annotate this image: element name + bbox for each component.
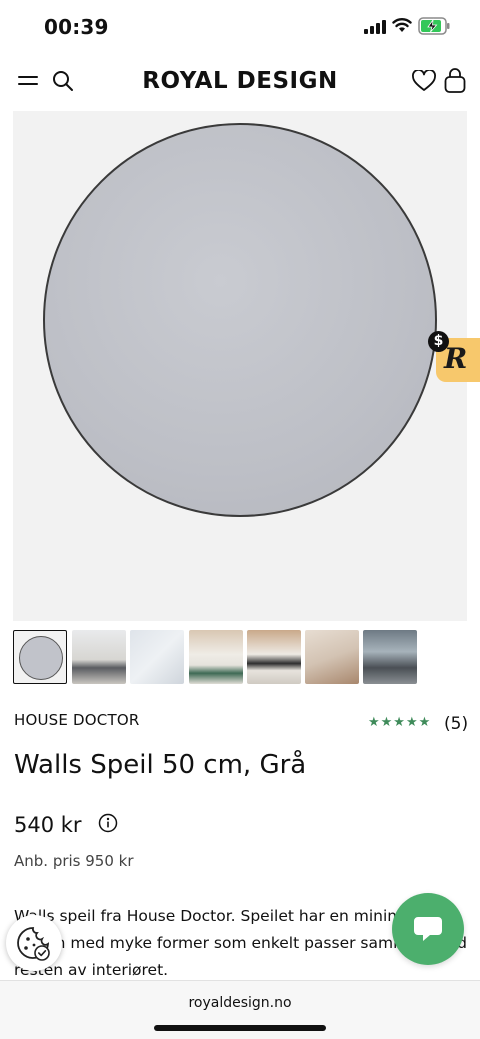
round-mirror-image [43, 123, 437, 517]
chat-button[interactable] [392, 893, 464, 965]
thumbnail-living-room-2[interactable] [189, 630, 243, 684]
thumbnail-mirror-wall[interactable] [130, 630, 184, 684]
dollar-icon: $ [428, 331, 449, 352]
cookie-settings-button[interactable] [6, 915, 62, 971]
status-bar: 00:39 [0, 0, 480, 52]
product-thumbnails [13, 630, 473, 684]
shopping-bag-icon[interactable] [444, 68, 466, 94]
thumbnail-room-dark[interactable] [363, 630, 417, 684]
cookie-icon [17, 927, 50, 961]
wishlist-heart-icon[interactable] [412, 70, 436, 92]
thumbnail-living-room-3[interactable] [247, 630, 301, 684]
browser-url-bar[interactable]: royaldesign.no [0, 980, 480, 1039]
status-time: 00:39 [44, 15, 109, 39]
review-count[interactable]: (5) [444, 714, 468, 734]
url-text[interactable]: royaldesign.no [0, 995, 480, 1011]
thumbnail-living-room-1[interactable] [72, 630, 126, 684]
thumbnail-hallway[interactable] [305, 630, 359, 684]
rating-stars[interactable]: ★★★★★ [368, 714, 431, 730]
battery-charging-icon [418, 17, 450, 35]
product-title: Walls Speil 50 cm, Grå [14, 750, 307, 780]
cellular-signal-icon [364, 20, 386, 34]
product-brand[interactable]: HOUSE DOCTOR [14, 711, 139, 729]
product-main-image[interactable] [13, 111, 467, 621]
info-icon[interactable] [98, 813, 118, 833]
product-price: 540 kr [14, 813, 82, 837]
wifi-icon [392, 18, 412, 32]
home-indicator [154, 1025, 326, 1031]
site-logo[interactable]: ROYAL DESIGN [0, 68, 480, 94]
site-header: ROYAL DESIGN [0, 52, 480, 110]
promo-letter: R [444, 342, 468, 375]
chat-bubble-icon [414, 917, 442, 941]
thumbnail-mirror-disc [19, 636, 63, 680]
recommended-price: Anb. pris 950 kr [14, 852, 134, 870]
thumbnail-mirror[interactable] [13, 630, 67, 684]
